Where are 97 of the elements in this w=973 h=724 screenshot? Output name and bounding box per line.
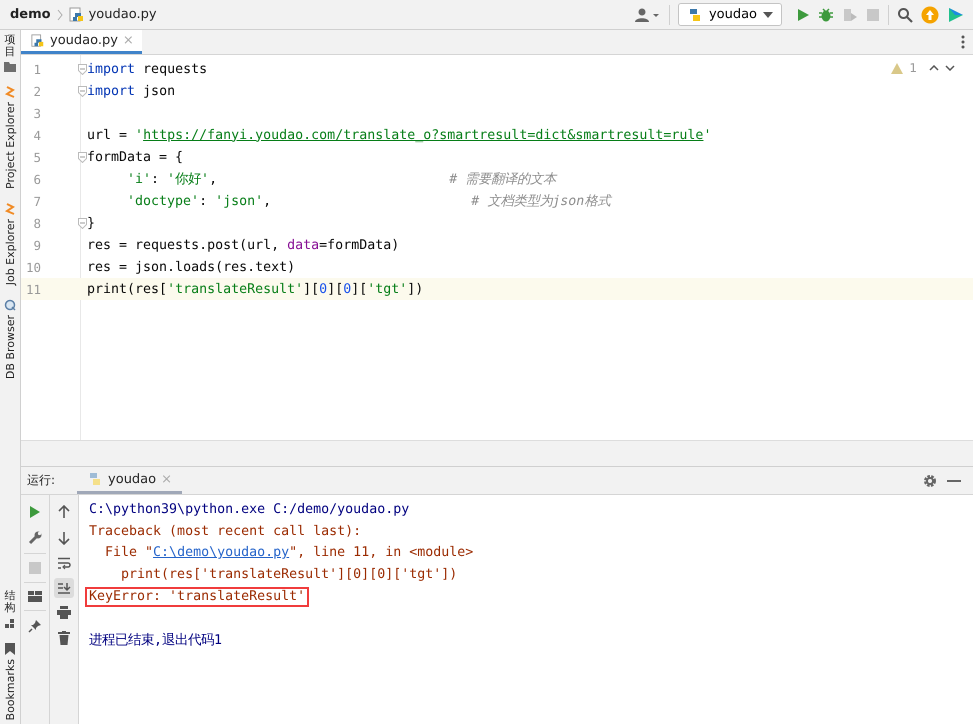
code-text: ]): [407, 282, 424, 296]
folder-icon: [4, 62, 16, 72]
line-number: 10: [24, 260, 41, 274]
code-text: formData = {: [87, 150, 184, 164]
python-file-icon: [68, 6, 85, 22]
fold-icon[interactable]: [78, 86, 87, 96]
run-label: 运行:: [27, 472, 56, 489]
user-icon[interactable]: [634, 6, 661, 22]
code-number: 0: [319, 282, 328, 296]
code-string: 'translateResult': [167, 282, 304, 296]
print-icon[interactable]: [57, 606, 71, 619]
code-url: https://fanyi.youdao.com/translate_o?smartresult=dict&smartresult=rule: [143, 128, 704, 142]
code-text: =formData): [319, 238, 400, 252]
editor-tab[interactable]: youdao.py ×: [21, 30, 142, 54]
tool-window-tab[interactable]: 项目: [4, 34, 16, 58]
previous-icon[interactable]: [929, 65, 939, 71]
pin-icon[interactable]: [28, 619, 42, 633]
scroll-to-end-icon: [57, 582, 71, 594]
output-line: C:\python39\python.exe C:/demo/youdao.py: [88, 500, 410, 519]
code-text: ][: [303, 282, 320, 296]
code-string: 'doctype': [127, 194, 200, 209]
code-text: }: [87, 216, 96, 230]
code-string: 'i': [127, 172, 152, 187]
magnifier-icon: [4, 299, 16, 312]
fold-icon[interactable]: [78, 152, 87, 162]
zigzag-icon: [4, 86, 16, 98]
output-line: print(res['translateResult'][0][0]['tgt']): [120, 566, 458, 584]
code-text: res = requests.post(url,: [87, 238, 280, 252]
code-text: json: [142, 84, 176, 98]
code-text: res = json.loads(res.text): [87, 260, 296, 274]
code-string: ': [135, 128, 144, 142]
rerun-icon[interactable]: [29, 505, 41, 519]
settings-icon[interactable]: [923, 474, 937, 488]
code-text: :: [199, 194, 208, 209]
code-parameter: data: [287, 238, 320, 252]
code-comment: # 需要翻译的文本: [449, 172, 556, 187]
code-text: :: [151, 172, 160, 187]
output-line: File "C:\demo\youdao.py", line 11, in <module>: [104, 544, 474, 562]
structure-icon: [5, 618, 15, 629]
python-file-icon: [31, 34, 45, 48]
code-text: ][: [327, 282, 344, 296]
search-icon[interactable]: [897, 6, 913, 22]
tool-window-tab[interactable]: 结构: [4, 590, 16, 615]
file-breadcrumb[interactable]: youdao.py: [88, 7, 157, 22]
code-text: ,: [263, 194, 272, 209]
code-text: print(res[: [87, 282, 168, 296]
line-number: 8: [32, 216, 41, 230]
line-number: 3: [32, 106, 41, 120]
debug-icon[interactable]: [818, 6, 834, 22]
code-string: ': [703, 128, 712, 142]
scroll-to-end-toggle[interactable]: [54, 578, 74, 598]
code-text: url =: [87, 128, 128, 142]
minimize-icon[interactable]: [947, 478, 961, 482]
code-number: 0: [343, 282, 352, 296]
line-number: 9: [32, 238, 41, 252]
tool-window-tab[interactable]: Project Explorer: [4, 102, 16, 190]
caret-icon: [763, 12, 773, 18]
code-keyword: import: [87, 62, 136, 76]
chevron-icon: [56, 8, 63, 20]
bookmark-icon: [5, 642, 15, 655]
wrench-icon[interactable]: [28, 531, 42, 545]
layout-icon[interactable]: [28, 591, 42, 602]
output-line: Traceback (most recent call last):: [88, 522, 362, 541]
line-number: 5: [32, 150, 41, 164]
line-number: 11: [24, 282, 41, 296]
zigzag-icon: [4, 203, 16, 216]
line-number: 1: [32, 62, 41, 76]
code-string: 'tgt': [367, 282, 408, 296]
tool-window-tab[interactable]: Job Explorer: [4, 219, 16, 286]
app-logo-icon[interactable]: [947, 6, 965, 24]
run-configuration-dropdown[interactable]: youdao: [678, 3, 782, 26]
fold-icon[interactable]: [78, 218, 87, 228]
trash-icon[interactable]: [58, 631, 70, 645]
down-arrow-icon[interactable]: [58, 531, 70, 545]
warning-icon: [891, 62, 904, 74]
line-number: 4: [32, 128, 41, 142]
more-icon[interactable]: [961, 35, 965, 49]
line-number: 2: [32, 84, 41, 98]
output-line: 进程已结束,退出代码1: [88, 632, 224, 650]
code-text: ][: [351, 282, 368, 296]
code-text: requests: [142, 62, 208, 76]
code-string: '你好': [167, 172, 210, 187]
tool-window-tab[interactable]: Bookmarks: [4, 658, 16, 720]
up-arrow-icon[interactable]: [58, 505, 70, 519]
file-link[interactable]: C:\demo\youdao.py: [153, 545, 290, 560]
code-string: 'json': [215, 194, 264, 209]
fold-icon[interactable]: [78, 64, 87, 74]
tool-window-tab[interactable]: DB Browser: [4, 315, 16, 380]
project-breadcrumb[interactable]: demo: [10, 7, 51, 22]
code-keyword: import: [87, 84, 136, 98]
line-number: 6: [32, 172, 41, 186]
soft-wrap-icon[interactable]: [57, 557, 71, 570]
run-icon[interactable]: [796, 8, 810, 22]
code-comment: # 文档类型为json格式: [471, 194, 610, 209]
code-text: ,: [209, 172, 218, 187]
line-number: 7: [32, 194, 41, 208]
next-icon[interactable]: [945, 65, 955, 71]
